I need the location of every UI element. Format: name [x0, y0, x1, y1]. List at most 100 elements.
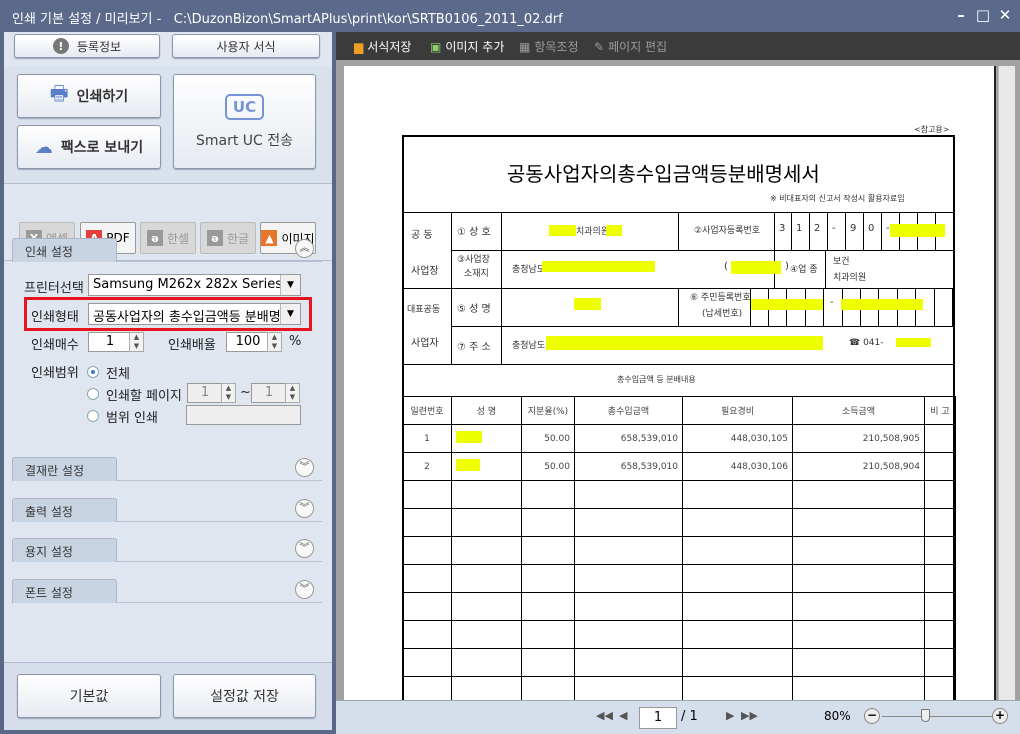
page-input[interactable]: 1: [639, 707, 677, 729]
save-settings-button[interactable]: 설정값 저장: [173, 674, 316, 718]
table-row-empty: [402, 648, 956, 677]
edit-page-button[interactable]: ✎ 페이지 편집: [594, 38, 667, 55]
range-custom-radio[interactable]: [87, 410, 99, 422]
table-row-empty: [402, 536, 956, 565]
expand-icon[interactable]: ︾: [295, 499, 314, 518]
cell-note: [924, 424, 956, 453]
filter-icon: ▦: [519, 39, 531, 54]
fax-label: 팩스로 보내기: [60, 140, 144, 156]
range-pages-radio[interactable]: [87, 388, 99, 400]
uc-icon: UC: [224, 93, 265, 120]
close-button[interactable]: ✕: [996, 6, 1014, 24]
business-number-digit: 9: [850, 223, 857, 234]
range-custom-input[interactable]: [186, 405, 301, 425]
column-header: 소득금액: [792, 396, 925, 425]
print-type-label: 인쇄형태: [31, 310, 79, 325]
scale-stepper[interactable]: ▲ ▼: [267, 332, 282, 352]
page-to-stepper[interactable]: ▲ ▼: [285, 383, 300, 403]
page-total: / 1: [681, 709, 698, 724]
printer-select[interactable]: Samsung M262x 282x Series ▼: [88, 274, 301, 296]
approval-settings-tab[interactable]: 결재란 설정: [12, 457, 117, 481]
table-row: 2 50.00 658,539,010 448,030,106 210,508,…: [402, 452, 956, 481]
prev-page-button[interactable]: ◀: [619, 709, 627, 722]
cell-serial: 2: [402, 452, 452, 481]
print-label: 인쇄하기: [76, 89, 129, 105]
business-number-label: ②사업자등록번호: [694, 226, 761, 236]
range-all-radio[interactable]: [87, 366, 99, 378]
copies-stepper[interactable]: ▲ ▼: [129, 332, 144, 352]
pager-bar: ◀◀ ◀ 1 / 1 ▶ ▶▶ 80% − +: [336, 700, 1020, 734]
tilde: ~: [240, 385, 251, 400]
range-custom-label: 범위 인쇄: [106, 411, 158, 426]
expand-icon[interactable]: ︾: [295, 539, 314, 558]
name-label: ⑤ 성 명: [457, 304, 491, 315]
tax-number-label: (납세번호): [702, 309, 743, 319]
scale-input[interactable]: 100: [226, 332, 270, 352]
preview-pane: ▆ 서식저장 ▣ 이미지 추가 ▦ 항목조정 ✎ 페이지 편집 <참고용> 공동사업자의…: [336, 32, 1020, 734]
info-icon: !: [52, 38, 69, 54]
expand-icon[interactable]: ︾: [295, 458, 314, 477]
picture-icon: ▣: [430, 39, 442, 54]
first-page-button[interactable]: ◀◀: [596, 709, 613, 722]
table-row-empty: [402, 676, 956, 702]
trade-name-label: ① 상 호: [457, 227, 491, 238]
table-row-empty: [402, 508, 956, 537]
resident-number-label: ⑥ 주민등록번호: [690, 293, 751, 303]
save-format-button[interactable]: ▆ 서식저장: [354, 38, 411, 55]
save-icon: ▆: [354, 39, 364, 54]
print-type-select[interactable]: 공동사업자의 총수입금액등 분배명 ▼: [88, 303, 301, 325]
industry-label: ④업 종: [790, 265, 818, 275]
user-format-button[interactable]: 사용자 서식: [172, 34, 320, 58]
default-button[interactable]: 기본값: [17, 674, 161, 718]
edit-icon: ✎: [594, 39, 605, 54]
copies-input[interactable]: 1: [88, 332, 132, 352]
business-number-digit: 1: [796, 223, 803, 234]
page-to-input[interactable]: 1: [251, 383, 287, 403]
next-page-button[interactable]: ▶: [726, 709, 734, 722]
printer-label: 프린터선택: [24, 281, 84, 296]
cell-share: 50.00: [521, 424, 575, 453]
approval-settings-section: 결재란 설정 ︾: [12, 457, 322, 481]
chevron-down-icon: ▼: [280, 304, 300, 324]
print-type-value: 공동사업자의 총수입금액등 분배명: [93, 310, 281, 325]
joint-business-label: 공 동: [411, 230, 433, 241]
print-button[interactable]: 🖶 인쇄하기: [17, 74, 161, 118]
smart-uc-button[interactable]: UC Smart UC 전송: [173, 74, 316, 169]
add-image-button[interactable]: ▣ 이미지 추가: [430, 38, 504, 55]
range-pages-label: 인쇄할 페이지: [106, 389, 182, 404]
maximize-button[interactable]: □: [974, 6, 992, 24]
zoom-out-button[interactable]: −: [864, 708, 880, 724]
print-settings-tab[interactable]: 인쇄 설정: [12, 238, 117, 262]
range-all-label: 전체: [106, 367, 130, 382]
vertical-scrollbar[interactable]: [998, 66, 1015, 702]
font-settings-section: 폰트 설정 ︾: [12, 579, 322, 603]
cell-expense: 448,030,106: [682, 452, 793, 481]
zoom-slider-track[interactable]: [882, 716, 992, 717]
expand-icon[interactable]: ︾: [295, 580, 314, 599]
page-from-stepper[interactable]: ▲ ▼: [221, 383, 236, 403]
cell-note: [924, 452, 956, 481]
column-header: 필요경비: [682, 396, 793, 425]
print-settings-section: 인쇄 설정 ︽: [12, 238, 322, 262]
registration-info-label: 등록정보: [76, 39, 122, 54]
zoom-slider-thumb[interactable]: [921, 709, 930, 722]
font-settings-tab[interactable]: 폰트 설정: [12, 579, 117, 603]
zoom-level: 80%: [824, 709, 851, 723]
page-from-input[interactable]: 1: [187, 383, 223, 403]
paper-settings-section: 용지 설정 ︾: [12, 538, 322, 562]
chevron-down-icon: ▼: [280, 275, 300, 295]
paper-settings-tab[interactable]: 용지 설정: [12, 538, 117, 562]
zoom-in-button[interactable]: +: [992, 708, 1008, 724]
minimize-button[interactable]: –: [952, 6, 970, 24]
fax-button[interactable]: ☁ 팩스로 보내기: [17, 125, 161, 169]
default-label: 기본값: [69, 689, 109, 705]
last-page-button[interactable]: ▶▶: [741, 709, 758, 722]
preview-toolbar: ▆ 서식저장 ▣ 이미지 추가 ▦ 항목조정 ✎ 페이지 편집: [336, 32, 1020, 60]
adjust-items-button[interactable]: ▦ 항목조정: [519, 38, 579, 55]
table-row-empty: [402, 592, 956, 621]
collapse-icon[interactable]: ︽: [295, 239, 314, 258]
registration-info-button[interactable]: ! 등록정보: [14, 34, 160, 58]
output-settings-tab[interactable]: 출력 설정: [12, 498, 117, 522]
representative-label-2: 사업자: [411, 338, 439, 349]
column-header: 성 명: [451, 396, 522, 425]
